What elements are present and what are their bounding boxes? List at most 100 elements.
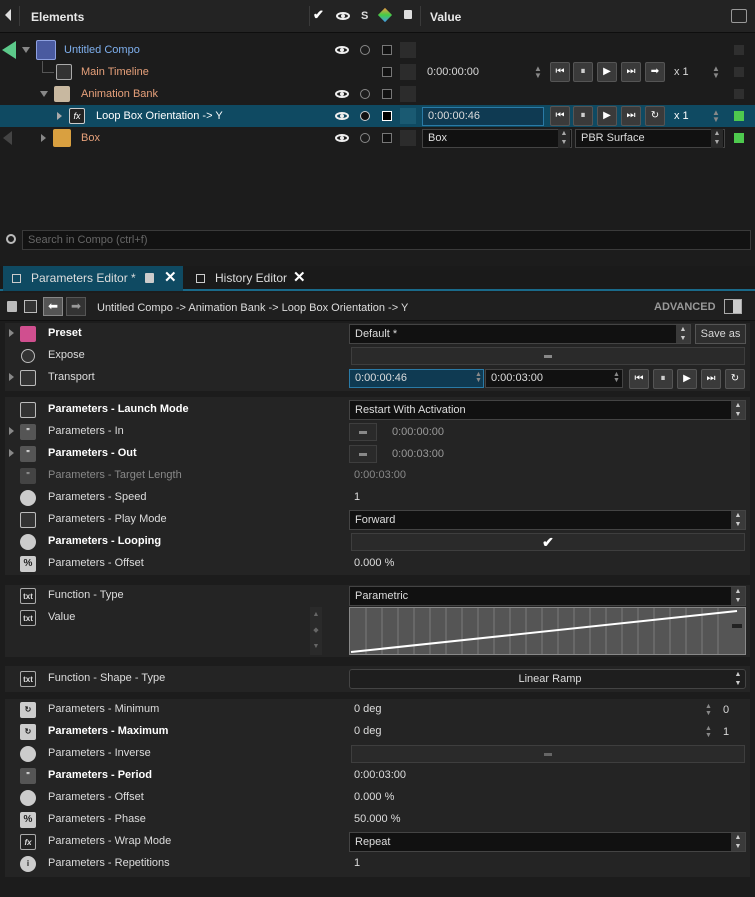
expand-icon[interactable]	[9, 373, 14, 381]
eye-icon[interactable]	[335, 134, 349, 142]
lock-slot[interactable]	[400, 130, 416, 146]
surface-field-spinner[interactable]: ▲ ▼	[711, 129, 723, 148]
expand-icon[interactable]	[22, 47, 30, 53]
lock-slot[interactable]	[400, 64, 416, 80]
loop-mode-button[interactable]: ↻	[645, 106, 665, 126]
collapse-left-icon[interactable]	[5, 9, 11, 21]
main-timeline-label[interactable]: Main Timeline	[81, 66, 149, 78]
skip-start-button[interactable]: ⏮	[550, 106, 570, 126]
phase-value[interactable]: 50.000 %	[354, 813, 400, 825]
preset-select[interactable]: Default * ▲ ▼	[349, 324, 691, 344]
param-shape-type[interactable]: txt Function - Shape - Type Linear Ramp ▲…	[5, 668, 750, 690]
param-repetitions[interactable]: i Parameters - Repetitions 1	[5, 853, 750, 875]
param-preset[interactable]: Preset Default * ▲ ▼ Save as	[5, 323, 750, 345]
param-in[interactable]: " Parameters - In 0:00:00:00	[5, 421, 750, 443]
lock-icon[interactable]	[7, 301, 17, 312]
param-transport[interactable]: Transport 0:00:00:46 ▲ ▼ 0:00:03:00 ▲ ▼ ⏮ …	[5, 367, 750, 389]
tree-row-main-timeline[interactable]: Main Timeline 0:00:00:00 ▲ ▼ ⏮ ⏸ ▶ ⏭ ➡ x …	[0, 61, 755, 83]
spinner-icon[interactable]: ▲ ▼	[705, 703, 712, 717]
tab-history-editor[interactable]: History Editor ✕	[187, 266, 317, 291]
wrap-mode-select[interactable]: Repeat ▲ ▼	[349, 832, 746, 852]
color-swatch[interactable]	[382, 67, 392, 77]
save-as-button[interactable]: Save as	[695, 324, 746, 344]
param-function-type[interactable]: txt Function - Type Parametric ▲ ▼	[5, 585, 750, 607]
tree-row-loop-box[interactable]: fx Loop Box Orientation -> Y 0:00:00:46 …	[0, 105, 755, 127]
inverse-toggle[interactable]	[351, 745, 745, 763]
launch-mode-select[interactable]: Restart With Activation ▲ ▼	[349, 400, 746, 420]
tree-row-box[interactable]: Box Box ▲ ▼ PBR Surface ▲ ▼	[0, 127, 755, 149]
param-value[interactable]: txt Value ▲ ◆ ▼	[5, 607, 750, 655]
skip-end-button[interactable]: ⏭	[621, 106, 641, 126]
color-swatch[interactable]	[382, 133, 392, 143]
looping-checkbox[interactable]: ✔	[351, 533, 745, 551]
box-field[interactable]: Box	[422, 129, 572, 148]
lock-icon[interactable]	[145, 273, 154, 283]
repetitions-value[interactable]: 1	[354, 857, 360, 869]
in-set-button[interactable]	[349, 423, 377, 441]
repeat-spinner-icon[interactable]: ▲ ▼	[712, 109, 720, 124]
param-out[interactable]: " Parameters - Out 0:00:03:00	[5, 443, 750, 465]
expose-button[interactable]	[351, 347, 745, 365]
expand-icon[interactable]	[41, 134, 46, 142]
function-type-select[interactable]: Parametric ▲ ▼	[349, 586, 746, 606]
shape-type-select[interactable]: Linear Ramp ▲ ▼	[349, 669, 746, 689]
param-phase[interactable]: % Parameters - Phase 50.000 %	[5, 809, 750, 831]
param-play-mode[interactable]: Parameters - Play Mode Forward ▲ ▼	[5, 509, 750, 531]
solo-icon[interactable]	[360, 45, 370, 55]
param-inverse[interactable]: Parameters - Inverse	[5, 743, 750, 765]
skip-start-button[interactable]: ⏮	[550, 62, 570, 82]
param-wrap-mode[interactable]: fx Parameters - Wrap Mode Repeat ▲ ▼	[5, 831, 750, 853]
spinner-icon[interactable]: ▲ ▼	[705, 725, 712, 739]
main-timeline-time[interactable]: 0:00:00:00	[427, 66, 479, 78]
box-label[interactable]: Box	[81, 132, 100, 144]
expand-icon[interactable]	[9, 449, 14, 457]
param-minimum[interactable]: ↻ Parameters - Minimum 0 deg ▲ ▼ 0	[5, 699, 750, 721]
play-mode-select[interactable]: Forward ▲ ▼	[349, 510, 746, 530]
pause-button[interactable]: ⏸	[573, 62, 593, 82]
animation-bank-label[interactable]: Animation Bank	[81, 88, 158, 100]
param-speed[interactable]: Parameters - Speed 1	[5, 487, 750, 509]
search-input[interactable]: Search in Compo (ctrl+f)	[22, 230, 751, 250]
param-offset-2[interactable]: Parameters - Offset 0.000 %	[5, 787, 750, 809]
compo-label[interactable]: Untitled Compo	[64, 44, 140, 56]
solo-icon[interactable]	[360, 89, 370, 99]
resize-handle[interactable]: ▲ ◆ ▼	[310, 607, 322, 655]
forward-button[interactable]: ➡	[66, 297, 86, 316]
color-swatch[interactable]	[382, 111, 392, 121]
spinner-icon[interactable]: ▲ ▼	[613, 371, 620, 384]
advanced-toggle[interactable]	[724, 299, 742, 314]
close-icon[interactable]: ✕	[164, 266, 177, 290]
param-launch-mode[interactable]: Parameters - Launch Mode Restart With Ac…	[5, 399, 750, 421]
lock-slot[interactable]	[400, 108, 416, 124]
box-field-spinner[interactable]: ▲ ▼	[558, 129, 570, 148]
back-button[interactable]: ⬅	[43, 297, 63, 316]
eye-icon[interactable]	[335, 46, 349, 54]
tab-parameters-editor[interactable]: Parameters Editor * ✕	[3, 266, 183, 291]
loop-mode-button[interactable]: ↻	[725, 369, 745, 389]
param-maximum[interactable]: ↻ Parameters - Maximum 0 deg ▲ ▼ 1	[5, 721, 750, 743]
minimum-value[interactable]: 0 deg	[354, 703, 382, 715]
lock-slot[interactable]	[400, 86, 416, 102]
skip-end-button[interactable]: ⏭	[701, 369, 721, 389]
transport-current[interactable]: 0:00:00:46	[349, 369, 484, 388]
expand-icon[interactable]	[9, 329, 14, 337]
solo-icon[interactable]	[360, 111, 370, 121]
skip-start-button[interactable]: ⏮	[629, 369, 649, 389]
out-set-button[interactable]	[349, 445, 377, 463]
pause-button[interactable]: ⏸	[653, 369, 673, 389]
maximum-value[interactable]: 0 deg	[354, 725, 382, 737]
offset-value[interactable]: 0.000 %	[354, 557, 394, 569]
expand-icon[interactable]	[9, 427, 14, 435]
solo-icon[interactable]	[360, 133, 370, 143]
transport-duration[interactable]: 0:00:03:00	[485, 369, 623, 388]
spinner-icon[interactable]: ▲ ▼	[534, 65, 542, 80]
tree-row-compo[interactable]: Untitled Compo	[0, 39, 755, 61]
eye-icon[interactable]	[335, 90, 349, 98]
repeat-spinner-icon[interactable]: ▲ ▼	[712, 65, 720, 80]
color-swatch[interactable]	[382, 89, 392, 99]
play-button[interactable]: ▶	[597, 106, 617, 126]
skip-end-button[interactable]: ⏭	[621, 62, 641, 82]
param-period[interactable]: " Parameters - Period 0:00:03:00	[5, 765, 750, 787]
period-value[interactable]: 0:00:03:00	[354, 769, 406, 781]
eye-icon[interactable]	[335, 112, 349, 120]
